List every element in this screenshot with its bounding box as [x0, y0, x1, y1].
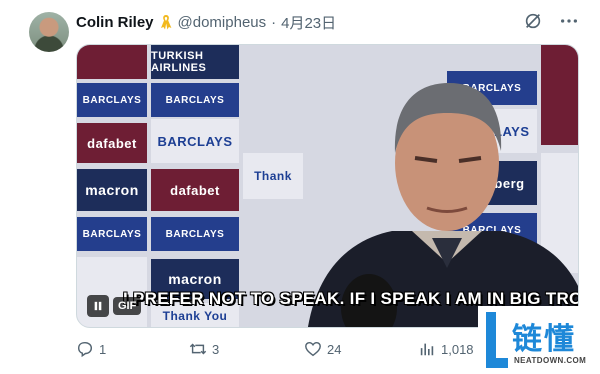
gif-controls: GIF [87, 295, 142, 317]
reply-icon [77, 341, 93, 358]
avatar[interactable] [29, 12, 69, 52]
like-count: 24 [327, 341, 342, 357]
reply-button[interactable]: 1 [76, 340, 106, 358]
heart-icon [305, 341, 321, 357]
views-icon [420, 343, 434, 356]
grok-icon[interactable] [522, 10, 544, 32]
views-button[interactable]: 1,018 [418, 340, 474, 358]
repost-count: 3 [212, 341, 220, 357]
watermark-domain: NEATDOWN.COM [514, 356, 587, 365]
tweet-date[interactable]: 4月23日 [281, 12, 336, 33]
watermark-brand: 链懂 [512, 322, 576, 357]
watermark-logo-icon [486, 312, 508, 368]
board-ad-dafabet: dafabet [77, 123, 147, 163]
author-handle[interactable]: @domipheus [178, 14, 267, 31]
board-ad-barclays: BARCLAYS [151, 217, 239, 251]
board-ad-barclays: BARCLAYS [77, 83, 147, 117]
reply-count: 1 [99, 341, 107, 357]
gif-badge: GIF [113, 297, 142, 315]
author-name[interactable]: Colin Riley [76, 14, 154, 31]
like-button[interactable]: 24 [304, 340, 341, 358]
board-ad-barclays: BARCLAYS [151, 119, 239, 163]
tweet-card[interactable]: Colin Riley @domipheus · 4月23日 TURKISH A… [0, 0, 600, 374]
repost-icon [189, 343, 207, 355]
watermark: 链懂 NEATDOWN.COM [478, 306, 600, 374]
board-ad-turkish: TURKISH AIRLINES [151, 45, 239, 79]
board-ad-thank: Thank [243, 153, 303, 199]
tweet-header: Colin Riley @domipheus · 4月23日 [76, 12, 336, 32]
separator-dot: · [271, 13, 277, 31]
repost-button[interactable]: 3 [189, 340, 219, 358]
ribbon-icon [159, 14, 173, 30]
board-ad-macron: macron [77, 169, 147, 211]
board-ad-barclays: BARCLAYS [151, 83, 239, 117]
tweet-top-actions [522, 10, 580, 32]
board-ad-dafabet: dafabet [151, 169, 239, 211]
more-options-icon[interactable] [558, 10, 580, 32]
board-ad-barclays: BARCLAYS [77, 217, 147, 251]
pause-icon [94, 301, 102, 311]
views-count: 1,018 [441, 341, 474, 357]
tweet-media-gif[interactable]: TURKISH AIRLINES BARCLAYS BARCLAYS dafab… [76, 44, 579, 328]
pause-button[interactable] [87, 295, 109, 317]
board-ad [77, 45, 147, 79]
